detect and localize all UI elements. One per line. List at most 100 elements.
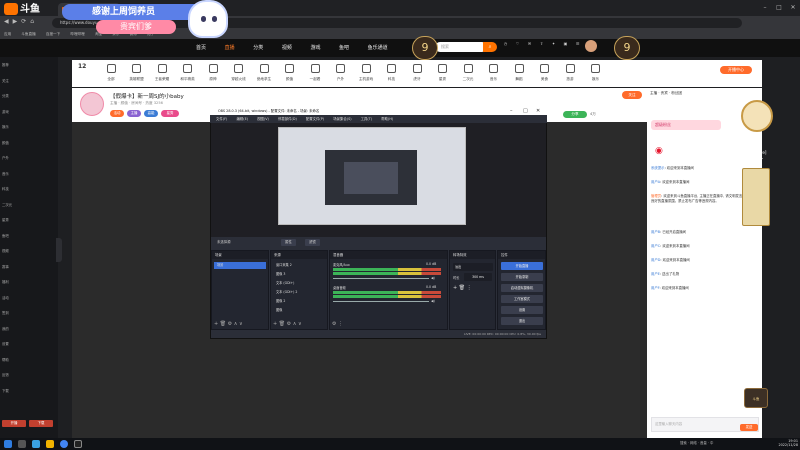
sidebar-item[interactable]: 签到 (2, 310, 9, 315)
category-item[interactable]: 主机游戏 (353, 64, 379, 82)
category-item[interactable]: 绝地求生 (251, 64, 277, 82)
chat-username[interactable]: 用户D (651, 258, 660, 262)
chrome-icon[interactable] (60, 440, 68, 448)
sidebar-item[interactable]: 福利 (2, 279, 9, 284)
folder-icon[interactable] (46, 440, 54, 448)
transition-toolbar[interactable]: + 🗑 ⋮ (453, 285, 472, 291)
minimize-icon[interactable]: – (760, 3, 770, 13)
volume-slider[interactable] (333, 278, 429, 279)
source-item[interactable]: 窗口采集 2 (273, 262, 325, 269)
sidebar-item[interactable]: 科技 (2, 186, 9, 191)
category-item[interactable]: 星秀 (430, 64, 456, 82)
category-item[interactable]: 舞蹈 (506, 64, 532, 82)
obs-menu-item[interactable]: 配置文件(P) (306, 117, 324, 121)
obs-menu-item[interactable]: 文件(F) (216, 117, 227, 121)
start-recording-button[interactable]: 开始录制 (501, 273, 543, 281)
source-item[interactable]: 文本 (GDI+) 2 (273, 289, 325, 296)
sidebar-item[interactable]: 视频 (2, 248, 9, 253)
sidebar-item[interactable]: 我的 (2, 326, 9, 331)
nav-item-active[interactable]: 直播 (225, 45, 235, 51)
nav-item[interactable]: 视频 (282, 45, 292, 51)
speaker-icon[interactable]: ◀) (431, 276, 435, 280)
chat-username[interactable]: 系统提示 (651, 166, 665, 170)
sidebar-item[interactable]: 游戏 (2, 109, 9, 114)
filters-button[interactable]: 滤镜 (305, 239, 320, 246)
sidebar-item[interactable]: 设置 (2, 341, 9, 346)
sidebar-item[interactable]: 分类 (2, 93, 9, 98)
nav-item[interactable]: 分类 (253, 45, 263, 51)
site-logo[interactable]: 斗鱼 (4, 2, 42, 17)
sidebar-item[interactable]: 颜值 (2, 140, 9, 145)
category-item[interactable]: 美食 (532, 64, 558, 82)
category-item[interactable]: 娱乐 (583, 64, 609, 82)
chat-username[interactable]: 用户B (651, 230, 660, 234)
fan-badge[interactable]: 超级粉丝 (651, 120, 721, 130)
bookmark[interactable]: 应用 (4, 32, 11, 36)
upload-icon[interactable]: ⇪ (536, 41, 547, 46)
search-input[interactable]: 搜索 ⌕ (435, 42, 497, 52)
app-icon[interactable]: ▣ (560, 41, 571, 46)
source-item[interactable]: 图像 2 (273, 298, 325, 305)
properties-button[interactable]: 属性 (281, 239, 296, 246)
start-streaming-button[interactable]: 开始直播 (501, 262, 543, 270)
bookmark[interactable]: 百度一下 (46, 32, 60, 36)
room-tag[interactable]: 活动 (110, 110, 124, 117)
category-item[interactable]: 和平精英 (175, 64, 201, 82)
source-item[interactable]: 图像 (273, 307, 325, 314)
sidebar-item[interactable]: 二次元 (2, 202, 12, 207)
user-avatar[interactable] (585, 40, 597, 52)
category-item[interactable]: 穿越火线 (226, 64, 252, 82)
category-item[interactable]: 全部 (98, 64, 124, 82)
follow-icon[interactable]: ♡ (512, 41, 523, 46)
settings-button[interactable]: 设置 (501, 306, 543, 314)
scene-toolbar[interactable]: + 🗑 ⚙ ∧ ∨ (214, 321, 243, 327)
sidebar-item[interactable]: 推荐 (2, 62, 9, 67)
obs-maximize-icon[interactable]: □ (523, 107, 528, 115)
follow-button[interactable]: 关注 (622, 91, 642, 99)
sidebar-item[interactable]: 鱼吧 (2, 233, 9, 238)
chat-username[interactable]: 用户A (651, 180, 660, 184)
task-icon[interactable]: ☰ (572, 41, 583, 46)
message-icon[interactable]: ✉ (524, 41, 535, 46)
start-icon[interactable] (4, 440, 12, 448)
source-item[interactable]: 图像 3 (273, 271, 325, 278)
sidebar-button[interactable]: 开播 (2, 420, 26, 427)
obs-menu-item[interactable]: 视图(V) (257, 117, 269, 121)
obs-menu-item[interactable]: 场景集合(S) (333, 117, 351, 121)
category-item[interactable]: 英雄联盟 (124, 64, 150, 82)
room-tag[interactable]: 主播 (127, 110, 141, 117)
volume-slider[interactable] (333, 301, 429, 302)
virtual-camera-button[interactable]: 启动虚拟摄像机 (501, 284, 543, 292)
speaker-icon[interactable]: ◀) (431, 299, 435, 303)
category-item[interactable]: 户外 (328, 64, 354, 82)
category-item[interactable]: 颜值 (277, 64, 303, 82)
nav-buttons[interactable]: ◀▶⟳⌂ (4, 18, 38, 25)
obs-menu-item[interactable]: 编辑(E) (236, 117, 248, 121)
sidebar-item[interactable]: 音乐 (2, 171, 9, 176)
sidebar-collapse-handle[interactable] (56, 238, 62, 262)
gift-icon[interactable]: ✦ (548, 41, 559, 46)
duration-input[interactable]: 300 ms (464, 273, 492, 281)
sidebar-item[interactable]: 活动 (2, 295, 9, 300)
category-item[interactable]: 虎牙 (404, 64, 430, 82)
search-icon[interactable] (18, 440, 26, 448)
history-icon[interactable]: ◷ (500, 41, 511, 46)
nav-item[interactable]: 游戏 (310, 45, 320, 51)
studio-mode-button[interactable]: 工作室模式 (501, 295, 543, 303)
bookmark[interactable]: 哔哩哔哩 (70, 32, 84, 36)
edge-icon[interactable] (32, 440, 40, 448)
open-center-button[interactable]: 开播中心 (720, 66, 752, 74)
source-toolbar[interactable]: + 🗑 ⚙ ∧ ∨ (273, 321, 302, 327)
sidebar-item[interactable]: 户外 (2, 155, 9, 160)
room-tag[interactable]: 高能 (144, 110, 158, 117)
category-item[interactable]: 二次元 (455, 64, 481, 82)
sidebar-item[interactable]: 关注 (2, 78, 9, 83)
category-item[interactable]: 音乐 (481, 64, 507, 82)
maximize-icon[interactable]: □ (774, 3, 784, 13)
scene-item[interactable]: 场景 (214, 262, 266, 269)
sidebar-item[interactable]: 赛事 (2, 264, 9, 269)
sidebar-item[interactable]: 星秀 (2, 217, 9, 222)
share-button[interactable]: 分享 (563, 111, 587, 118)
obs-menu-item[interactable]: 帮助(H) (381, 117, 393, 121)
sidebar-item[interactable]: 反馈 (2, 372, 9, 377)
